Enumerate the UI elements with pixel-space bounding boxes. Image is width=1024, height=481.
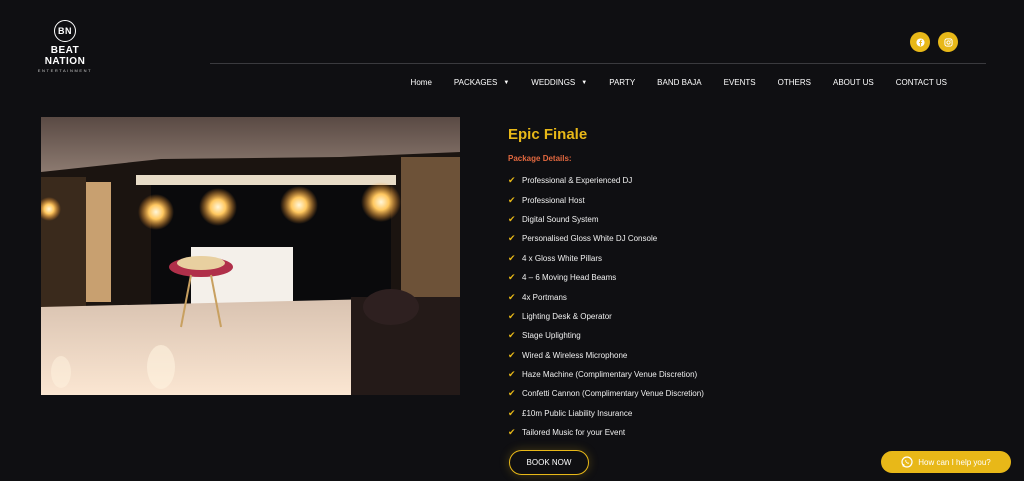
- list-item: ✔ £10m Public Liability Insurance: [508, 404, 808, 423]
- list-item: ✔ Personalised Gloss White DJ Console: [508, 229, 808, 248]
- check-icon: ✔: [508, 213, 516, 224]
- chat-label: How can I help you?: [918, 457, 991, 467]
- whatsapp-chat-button[interactable]: How can I help you?: [881, 451, 1011, 473]
- feature-text: 4x Portmans: [522, 292, 567, 302]
- nav-home-label: Home: [410, 78, 432, 87]
- check-icon: ✔: [508, 194, 516, 205]
- list-item: ✔ Digital Sound System: [508, 210, 808, 229]
- social-links: [910, 32, 958, 52]
- feature-text: Professional & Experienced DJ: [522, 176, 633, 186]
- feature-text: Haze Machine (Complimentary Venue Discre…: [522, 370, 698, 380]
- nav-others[interactable]: OTHERS: [778, 78, 811, 87]
- feature-text: Confetti Cannon (Complimentary Venue Dis…: [522, 389, 704, 399]
- check-icon: ✔: [508, 291, 516, 302]
- list-item: ✔ Wired & Wireless Microphone: [508, 346, 808, 365]
- list-item: ✔ 4x Portmans: [508, 287, 808, 306]
- nav-packages[interactable]: PACKAGES ▼: [454, 78, 509, 87]
- chevron-down-icon: ▼: [581, 79, 588, 86]
- check-icon: ✔: [508, 233, 516, 244]
- nav-events[interactable]: EVENTS: [724, 78, 756, 87]
- list-item: ✔ Lighting Desk & Operator: [508, 307, 808, 326]
- nav-weddings[interactable]: WEDDINGS ▼: [531, 78, 587, 87]
- header-divider: [210, 63, 986, 64]
- nav-others-label: OTHERS: [777, 78, 811, 87]
- check-icon: ✔: [508, 388, 516, 399]
- nav-events-label: EVENTS: [723, 78, 756, 87]
- check-icon: ✔: [508, 175, 516, 186]
- book-now-button[interactable]: BOOK NOW: [509, 450, 589, 475]
- list-item: ✔ Tailored Music for your Event: [508, 423, 808, 442]
- check-icon: ✔: [508, 310, 516, 321]
- feature-text: Wired & Wireless Microphone: [522, 350, 628, 360]
- feature-text: Professional Host: [522, 195, 585, 205]
- list-item: ✔ Professional Host: [508, 190, 808, 209]
- logo-initials: BN: [54, 20, 76, 42]
- nav-about-us[interactable]: ABOUT US: [833, 78, 874, 87]
- logo-tagline: ENTERTAINMENT: [37, 68, 93, 73]
- whatsapp-icon: [901, 456, 913, 468]
- nav-contact-us-label: CONTACT US: [895, 78, 947, 87]
- nav-band-baja[interactable]: BAND BAJA: [657, 78, 701, 87]
- nav-party-label: PARTY: [609, 78, 636, 87]
- check-icon: ✔: [508, 369, 516, 380]
- check-icon: ✔: [508, 272, 516, 283]
- list-item: ✔ Stage Uplighting: [508, 326, 808, 345]
- logo-name: BEAT NATION: [44, 45, 86, 67]
- feature-text: Personalised Gloss White DJ Console: [522, 234, 658, 244]
- package-title: Epic Finale: [508, 126, 588, 143]
- list-item: ✔ 4 x Gloss White Pillars: [508, 249, 808, 268]
- package-hero-image: [41, 117, 460, 395]
- brand-logo[interactable]: BN BEAT NATION ENTERTAINMENT: [30, 20, 100, 73]
- feature-text: 4 x Gloss White Pillars: [522, 253, 603, 263]
- list-item: ✔ Confetti Cannon (Complimentary Venue Di…: [508, 384, 808, 403]
- check-icon: ✔: [508, 252, 516, 263]
- list-item: ✔ 4 – 6 Moving Head Beams: [508, 268, 808, 287]
- nav-band-baja-label: BAND BAJA: [657, 78, 702, 87]
- feature-text: 4 – 6 Moving Head Beams: [522, 273, 617, 283]
- nav-home[interactable]: Home: [411, 78, 432, 87]
- list-item: ✔ Professional & Experienced DJ: [508, 171, 808, 190]
- check-icon: ✔: [508, 330, 516, 341]
- instagram-icon: [943, 37, 953, 47]
- check-icon: ✔: [508, 427, 516, 438]
- feature-text: Lighting Desk & Operator: [522, 311, 612, 321]
- nav-weddings-label: WEDDINGS: [531, 78, 576, 87]
- chevron-down-icon: ▼: [503, 79, 510, 86]
- list-item: ✔ Haze Machine (Complimentary Venue Discr…: [508, 365, 808, 384]
- venue-photo: [41, 117, 460, 395]
- feature-text: Tailored Music for your Event: [522, 428, 626, 438]
- feature-list: ✔ Professional & Experienced DJ ✔ Professi…: [508, 171, 808, 442]
- main-nav: Home PACKAGES ▼ WEDDINGS ▼ PARTY BAND BAJA…: [411, 78, 947, 87]
- nav-about-us-label: ABOUT US: [832, 78, 874, 87]
- feature-text: Stage Uplighting: [522, 331, 581, 341]
- nav-contact-us[interactable]: CONTACT US: [896, 78, 947, 87]
- feature-text: Digital Sound System: [522, 214, 599, 224]
- nav-packages-label: PACKAGES: [453, 78, 498, 87]
- feature-text: £10m Public Liability Insurance: [522, 408, 633, 418]
- package-details-label: Package Details:: [508, 154, 572, 163]
- check-icon: ✔: [508, 349, 516, 360]
- nav-party[interactable]: PARTY: [609, 78, 635, 87]
- package-details: Epic Finale Package Details: ✔ Profession…: [508, 126, 808, 442]
- instagram-button[interactable]: [938, 32, 958, 52]
- facebook-button[interactable]: [910, 32, 930, 52]
- facebook-icon: [915, 37, 925, 47]
- check-icon: ✔: [508, 407, 516, 418]
